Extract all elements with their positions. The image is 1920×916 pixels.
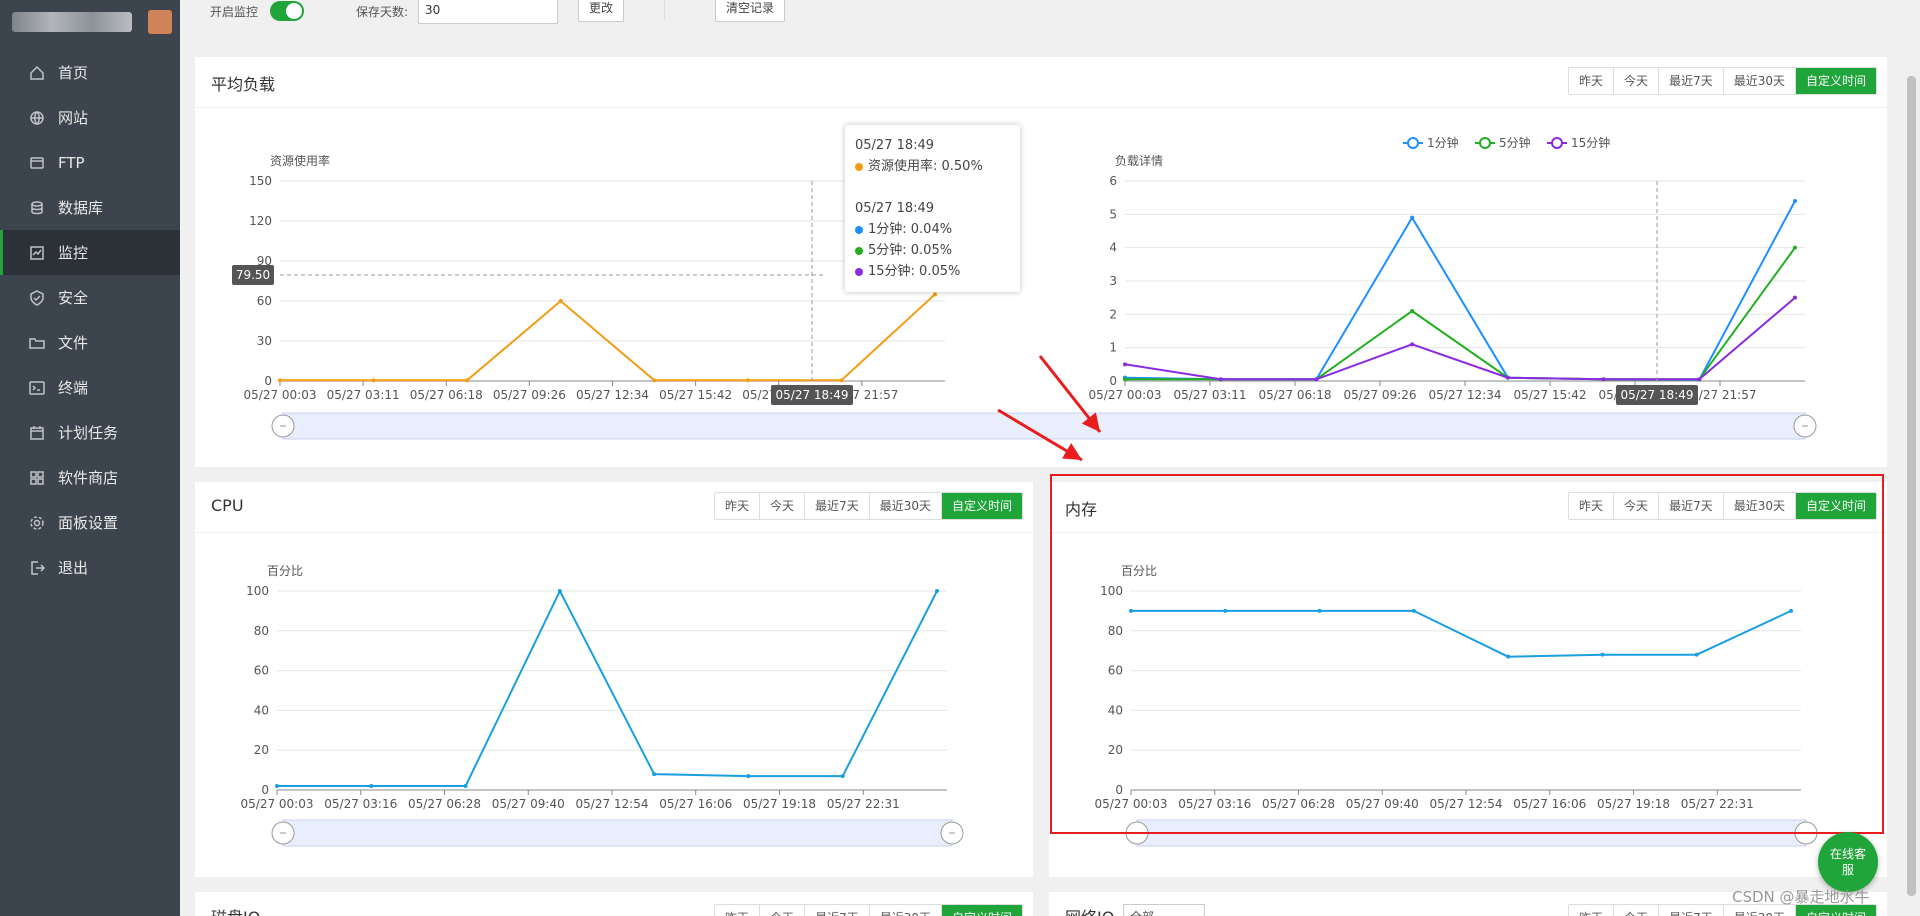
arrow-2 xyxy=(997,408,1083,462)
annotation-arrows xyxy=(997,355,1102,462)
arrow-1 xyxy=(1038,355,1102,433)
watermark: CSDN @暴走地水牛 xyxy=(1732,888,1870,906)
online-support-button[interactable]: 在线客服 xyxy=(1818,832,1878,892)
scrollbar-thumb[interactable] xyxy=(1907,76,1916,896)
page-scrollbar[interactable] xyxy=(1903,0,1920,916)
online-support-label: 在线客服 xyxy=(1830,847,1867,877)
